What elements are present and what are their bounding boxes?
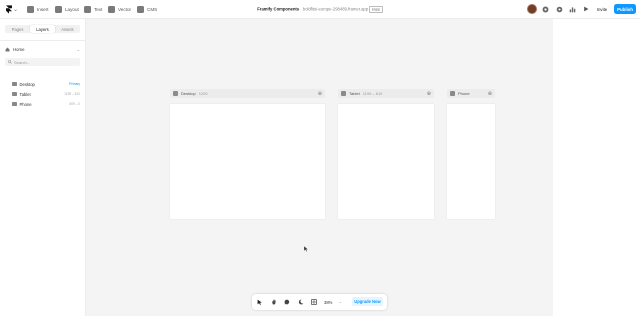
layer-breakpoint: 1199 – 810: [64, 92, 80, 96]
publish-button[interactable]: Publish: [614, 4, 636, 14]
zoom-level[interactable]: 38%: [324, 299, 334, 305]
mouse-cursor-icon: [304, 246, 308, 252]
help-icon[interactable]: [541, 5, 549, 13]
project-url: boldfitsi-europe-298489.framer.app: [302, 6, 369, 12]
frame-name: Phone: [458, 91, 470, 96]
divider: [0, 40, 86, 41]
chevron-down-icon: ⌄: [76, 46, 80, 52]
layer-name: Tablet: [19, 91, 31, 97]
moon-icon: [298, 299, 304, 305]
search-placeholder: Search...: [14, 59, 31, 65]
properties-panel: [553, 19, 640, 316]
frame-size: 1199 – 810: [362, 91, 383, 96]
frame-size: 1200: [198, 91, 208, 96]
left-sidebar: Pages Layers Assets Home ⌄ Search... Des…: [0, 19, 86, 316]
user-avatar[interactable]: [527, 4, 537, 14]
grid-icon: [311, 299, 317, 305]
frame-icon: [12, 81, 17, 87]
frame-icon: [341, 91, 346, 96]
hand-icon: [272, 299, 276, 305]
page-selector[interactable]: Home ⌄: [5, 45, 80, 53]
invite-button[interactable]: Invite: [594, 4, 610, 14]
frame-phone[interactable]: [447, 104, 495, 219]
comment-tool-button[interactable]: [283, 298, 291, 306]
frame-icon: [173, 91, 178, 96]
tab-layers[interactable]: Layers: [30, 25, 55, 33]
layer-name: Desktop: [19, 81, 35, 87]
frame-tablet[interactable]: [338, 104, 434, 219]
preview-play-icon[interactable]: [582, 5, 590, 13]
page-selector-label: Home: [13, 46, 25, 52]
layer-item-desktop[interactable]: Desktop Primary: [12, 81, 80, 87]
add-breakpoint-icon[interactable]: ⊕: [427, 91, 431, 97]
plan-badge: FREE: [369, 6, 383, 13]
sidebar-tabs: Pages Layers Assets: [5, 25, 80, 33]
project-name: Framify Components: [257, 6, 300, 12]
frame-label-phone[interactable]: Phone ⊕: [447, 89, 495, 98]
frame-desktop[interactable]: [170, 104, 325, 219]
select-tool-button[interactable]: [256, 298, 264, 306]
layer-breakpoint: Primary: [69, 82, 80, 86]
layer-name: Phone: [19, 101, 32, 107]
frame-icon: [12, 91, 17, 97]
dark-mode-toggle[interactable]: [297, 298, 305, 306]
layer-item-tablet[interactable]: Tablet 1199 – 810: [12, 91, 80, 97]
frame-label-desktop[interactable]: Desktop 1200 ⊕: [170, 89, 325, 98]
frame-name: Tablet: [349, 91, 360, 96]
grid-toggle-button[interactable]: [310, 298, 318, 306]
add-breakpoint-icon[interactable]: ⊕: [488, 91, 492, 97]
frame-icon: [450, 91, 455, 96]
hand-tool-button[interactable]: [270, 298, 278, 306]
search-icon: [8, 60, 12, 64]
analytics-chart-icon[interactable]: [568, 5, 576, 13]
tab-pages[interactable]: Pages: [5, 25, 30, 33]
top-toolbar: ⌄ Insert Layout Text Vector CMS Framify …: [0, 0, 640, 19]
layer-item-phone[interactable]: Phone 809 – 0: [12, 101, 80, 107]
frame-name: Desktop: [181, 91, 196, 96]
frame-label-tablet[interactable]: Tablet 1199 – 810 ⊕: [338, 89, 434, 98]
comment-icon: [284, 299, 290, 305]
pointer-icon: [257, 299, 262, 305]
home-icon: [5, 47, 10, 51]
frame-icon: [12, 101, 17, 107]
tab-assets[interactable]: Assets: [55, 25, 80, 33]
layers-search-input[interactable]: Search...: [5, 58, 80, 66]
upgrade-now-button[interactable]: Upgrade Now: [352, 297, 383, 306]
layer-breakpoint: 809 – 0: [69, 102, 80, 106]
zoom-chevron-icon[interactable]: ⌄: [339, 299, 344, 305]
settings-gear-icon[interactable]: [555, 5, 563, 13]
add-breakpoint-icon[interactable]: ⊕: [318, 91, 322, 97]
